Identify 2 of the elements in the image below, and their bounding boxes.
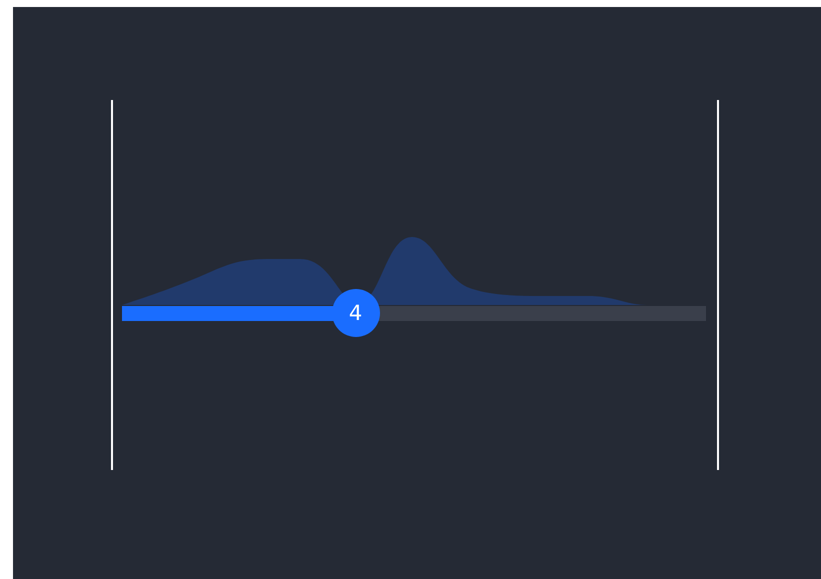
slider-thumb[interactable]: 4	[332, 289, 380, 337]
slider[interactable]: 4	[122, 289, 706, 337]
